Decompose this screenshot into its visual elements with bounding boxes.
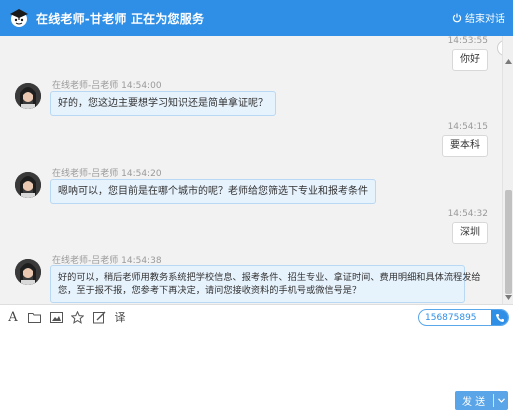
- sender-name: 在线老师-吕老师: [52, 81, 119, 91]
- translate-icon[interactable]: 译: [113, 310, 127, 324]
- message-meta: 在线老师-吕老师 14:54:00: [52, 78, 162, 91]
- user-message: 要本科: [442, 135, 488, 157]
- message-line: 好的，您这边主要想学习知识还是简单拿证呢？: [58, 98, 268, 109]
- folder-icon[interactable]: [27, 310, 41, 324]
- phone-input[interactable]: [419, 310, 491, 325]
- edit-icon[interactable]: [92, 310, 106, 324]
- teacher-message: 好的可以，稍后老师用教务系统把学校信息、报考条件、招生专业、拿证时间、费用明细和…: [50, 265, 481, 303]
- teacher-logo-icon: [8, 7, 30, 29]
- chat-scrollbar[interactable]: [502, 36, 513, 304]
- phone-number-box: [418, 309, 509, 326]
- message-meta: 在线老师-吕老师 14:54:20: [52, 166, 162, 179]
- input-toolbar: A 译: [0, 304, 513, 328]
- teacher-message: 好的，您这边主要想学习知识还是简单拿证呢？: [50, 91, 276, 116]
- message-input[interactable]: [6, 332, 506, 384]
- message-time: 14:54:00: [121, 81, 162, 91]
- call-button[interactable]: [491, 310, 508, 325]
- scrollbar-thumb[interactable]: [505, 190, 512, 294]
- send-button[interactable]: 发 送: [455, 391, 508, 410]
- scroll-down-icon[interactable]: [503, 292, 513, 303]
- chat-header: 在线老师-甘老师 正在为您服务 结束对话: [0, 0, 513, 36]
- message-time: 14:54:15: [447, 122, 488, 132]
- end-chat-label: 结束对话: [465, 14, 505, 25]
- translate-glyph: 译: [114, 311, 126, 324]
- header-title: 在线老师-甘老师 正在为您服务: [36, 11, 205, 26]
- user-message: 你好: [452, 49, 488, 71]
- message-line: 好的可以，稍后老师用教务系统把学校信息、报考条件、招生专业、拿证时间、费用明细和…: [58, 272, 481, 283]
- message-time: 14:54:20: [121, 169, 162, 179]
- teacher-avatar: [15, 172, 41, 198]
- font-icon[interactable]: A: [6, 310, 20, 325]
- send-label: 发 送: [462, 397, 486, 408]
- power-icon: [452, 13, 462, 22]
- message-time: 14:53:55: [447, 36, 488, 46]
- teacher-avatar: [15, 259, 41, 285]
- end-chat-button[interactable]: 结束对话: [452, 10, 505, 25]
- star-icon[interactable]: [70, 310, 84, 324]
- message-line: 嗯呐可以，您目前是在哪个城市的呢？老师给您筛选下专业和报考条件: [58, 186, 368, 197]
- send-options-icon[interactable]: [494, 398, 508, 403]
- message-line: 您，至于报不报，您参考下再决定，请问您接收资料的手机号或微信号是？: [58, 285, 362, 296]
- teacher-avatar: [15, 83, 41, 109]
- chat-history: 14:53:55 你好 在线老师-吕老师 14:54:00 好的，您这边主要想学…: [0, 36, 502, 304]
- scroll-up-icon[interactable]: [503, 56, 513, 67]
- message-input-area: 发 送: [0, 328, 513, 414]
- user-message: 深圳: [452, 222, 488, 244]
- phone-icon: [495, 313, 504, 322]
- sender-name: 在线老师-吕老师: [52, 169, 119, 179]
- teacher-message: 嗯呐可以，您目前是在哪个城市的呢？老师给您筛选下专业和报考条件: [50, 179, 376, 204]
- image-icon[interactable]: [49, 310, 63, 324]
- message-time: 14:54:32: [447, 209, 488, 219]
